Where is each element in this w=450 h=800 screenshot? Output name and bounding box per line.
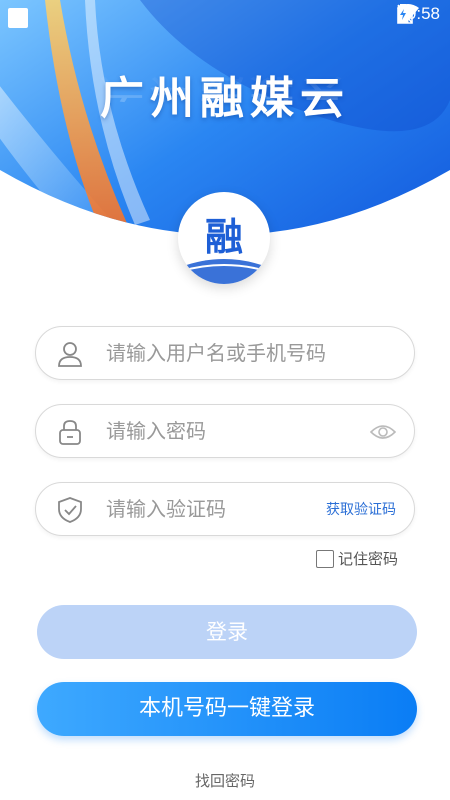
one-key-login-button[interactable]: 本机号码一键登录 <box>37 682 417 736</box>
forgot-password-link[interactable]: 找回密码 <box>0 770 450 791</box>
login-button[interactable]: 登录 <box>37 605 417 659</box>
verification-code-input[interactable] <box>106 483 336 535</box>
notification-square-icon <box>8 8 28 28</box>
shield-check-icon <box>58 497 82 523</box>
username-input[interactable] <box>106 327 336 379</box>
status-bar: 10:58 <box>0 0 450 30</box>
eye-icon[interactable] <box>370 420 396 444</box>
password-input[interactable] <box>106 405 336 457</box>
verification-code-field[interactable]: 获取验证码 <box>35 482 415 536</box>
user-icon <box>58 342 82 367</box>
password-field[interactable] <box>35 404 415 458</box>
remember-password-checkbox[interactable] <box>316 549 334 568</box>
logo-wave-icon <box>178 259 270 284</box>
get-code-button[interactable]: 获取验证码 <box>326 499 396 519</box>
logo-glyph: 融 <box>204 215 243 259</box>
app-title-reflection: 广州融媒云 <box>100 72 350 104</box>
username-field[interactable] <box>35 326 415 380</box>
app-logo: 融 <box>178 192 270 284</box>
battery-charging-icon <box>397 4 409 24</box>
lock-icon <box>59 420 81 445</box>
remember-password[interactable]: 记住密码 <box>316 548 398 569</box>
remember-password-label: 记住密码 <box>338 550 399 568</box>
